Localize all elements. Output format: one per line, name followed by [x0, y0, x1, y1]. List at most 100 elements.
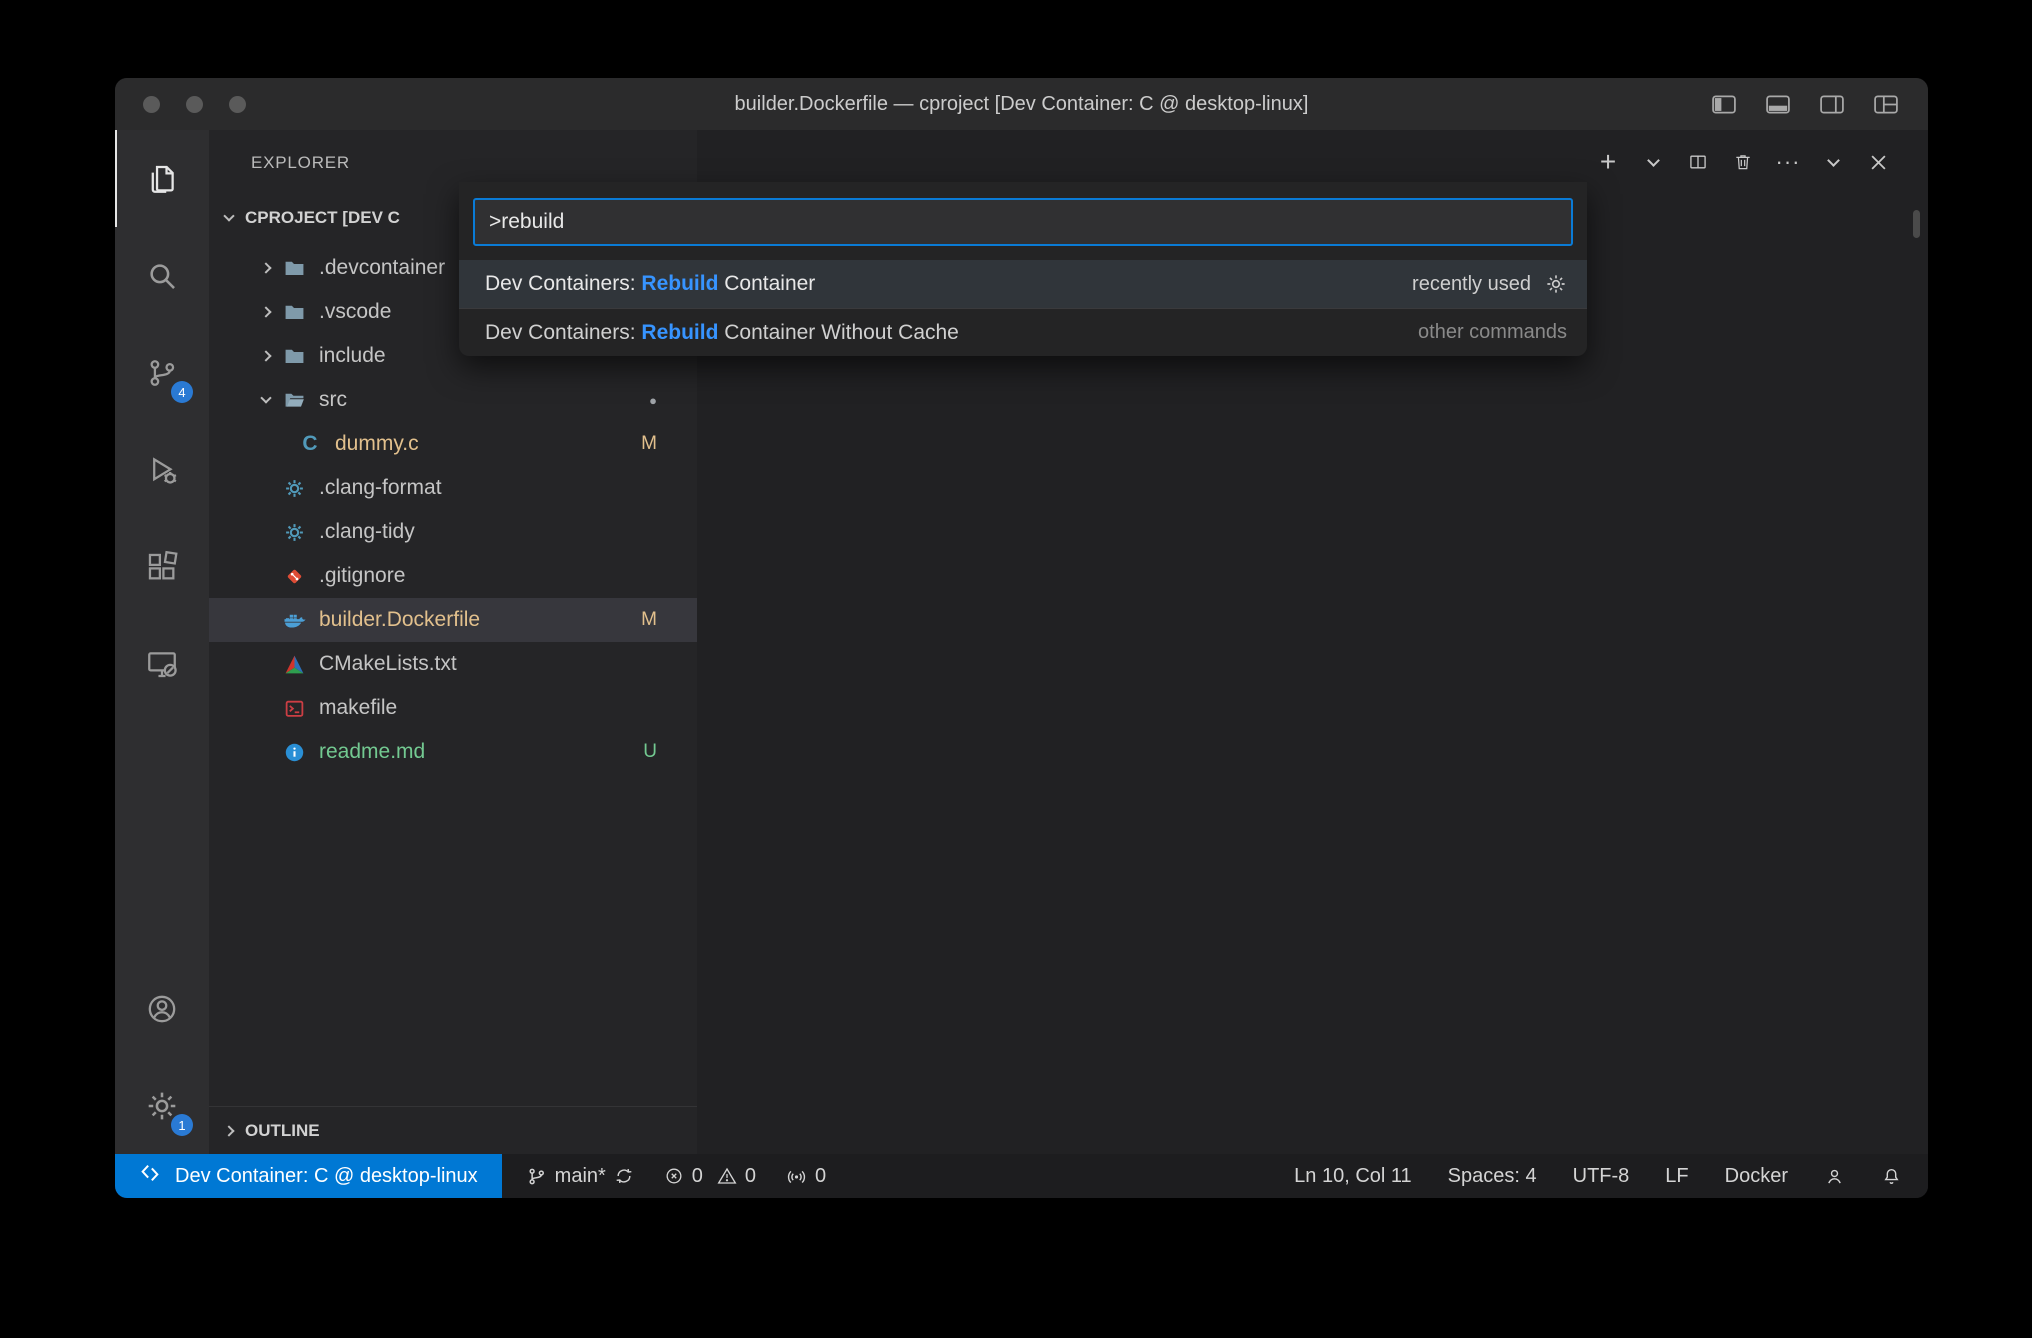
- file-label: CMakeLists.txt: [319, 652, 457, 676]
- chevron-right-icon: [260, 350, 271, 361]
- folder-icon: [279, 303, 309, 321]
- toggle-secondary-sidebar-icon[interactable]: [1820, 95, 1844, 114]
- more-actions-icon[interactable]: ···: [1778, 152, 1798, 172]
- window-title: builder.Dockerfile — cproject [Dev Conta…: [735, 93, 1309, 116]
- group-label: other commands: [1418, 321, 1567, 344]
- eol-label: LF: [1665, 1165, 1688, 1188]
- close-button[interactable]: [143, 96, 160, 113]
- encoding-label: UTF-8: [1573, 1165, 1630, 1188]
- cursor-position-status[interactable]: Ln 10, Col 11: [1294, 1165, 1412, 1188]
- extensions-icon: [145, 550, 179, 584]
- customize-layout-icon[interactable]: [1874, 95, 1898, 114]
- eol-status[interactable]: LF: [1665, 1165, 1688, 1188]
- source-control-badge: 4: [171, 381, 193, 403]
- terminal-dropdown-icon[interactable]: [1643, 152, 1663, 172]
- remote-icon: [139, 1162, 161, 1190]
- modified-badge: M: [641, 609, 657, 631]
- project-section-label: CPROJECT [DEV C: [245, 208, 400, 228]
- errors-group: 0: [664, 1165, 703, 1188]
- minimize-button[interactable]: [186, 96, 203, 113]
- tree-row-gitignore[interactable]: .gitignore: [209, 554, 697, 598]
- cmake-file-icon: [279, 654, 309, 675]
- desktop: builder.Dockerfile — cproject [Dev Conta…: [0, 0, 2032, 1338]
- command-palette: Dev Containers: Rebuild Container recent…: [459, 182, 1587, 356]
- file-label: dummy.c: [335, 432, 419, 456]
- tree-row-clang-tidy[interactable]: .clang-tidy: [209, 510, 697, 554]
- file-label: .devcontainer: [319, 256, 445, 280]
- docker-file-icon: [279, 610, 309, 630]
- activity-settings[interactable]: 1: [115, 1057, 209, 1154]
- errors-count: 0: [692, 1165, 703, 1188]
- warnings-group: 0: [717, 1165, 756, 1188]
- activity-source-control[interactable]: 4: [115, 324, 209, 421]
- notifications-status[interactable]: [1881, 1166, 1902, 1187]
- file-label: builder.Dockerfile: [319, 608, 480, 632]
- remote-label: Dev Container: C @ desktop-linux: [175, 1165, 478, 1188]
- vscode-window: builder.Dockerfile — cproject [Dev Conta…: [115, 78, 1928, 1198]
- branch-status[interactable]: main*: [526, 1165, 634, 1188]
- broadcast-icon: [786, 1166, 807, 1187]
- modified-badge: M: [641, 433, 657, 455]
- chevron-right-icon: [223, 1125, 234, 1136]
- activity-account[interactable]: [115, 960, 209, 1057]
- file-label: .clang-tidy: [319, 520, 415, 544]
- close-panel-icon[interactable]: [1868, 152, 1888, 172]
- tree-row-clang-format[interactable]: .clang-format: [209, 466, 697, 510]
- feedback-person-icon: [1824, 1166, 1845, 1187]
- modified-dot-badge: ●: [649, 393, 657, 408]
- file-label: .vscode: [319, 300, 391, 324]
- tree-row-src[interactable]: src ●: [209, 378, 697, 422]
- hide-panel-icon[interactable]: [1823, 152, 1843, 172]
- warning-icon: [717, 1166, 737, 1186]
- run-debug-icon: [145, 453, 179, 487]
- zoom-button[interactable]: [229, 96, 246, 113]
- activity-explorer[interactable]: [115, 130, 209, 227]
- tree-row-dummy-c[interactable]: C dummy.c M: [209, 422, 697, 466]
- chevron-right-icon: [260, 306, 271, 317]
- search-icon: [145, 259, 179, 293]
- chevron-down-icon: [223, 210, 234, 221]
- problems-status[interactable]: 0 0: [664, 1165, 756, 1188]
- file-label: makefile: [319, 696, 397, 720]
- language-label: Docker: [1725, 1165, 1788, 1188]
- file-label: include: [319, 344, 386, 368]
- makefile-icon: [279, 698, 309, 719]
- scrollbar-thumb[interactable]: [1913, 210, 1920, 238]
- activity-bar: 4: [115, 130, 209, 1154]
- file-label: .clang-format: [319, 476, 442, 500]
- toggle-sidebar-icon[interactable]: [1712, 95, 1736, 114]
- account-icon: [145, 992, 179, 1026]
- tree-row-builder-dockerfile[interactable]: builder.Dockerfile M: [209, 598, 697, 642]
- ports-count: 0: [815, 1165, 826, 1188]
- activity-extensions[interactable]: [115, 518, 209, 615]
- traffic-lights: [143, 96, 246, 113]
- feedback-status[interactable]: [1824, 1166, 1845, 1187]
- tree-row-readme[interactable]: readme.md U: [209, 730, 697, 774]
- activity-remote-explorer[interactable]: [115, 615, 209, 712]
- indentation-status[interactable]: Spaces: 4: [1448, 1165, 1537, 1188]
- outline-section-header[interactable]: OUTLINE: [209, 1106, 697, 1154]
- split-terminal-icon[interactable]: [1688, 152, 1708, 172]
- tree-row-cmakelists[interactable]: CMakeLists.txt: [209, 642, 697, 686]
- command-palette-input[interactable]: [473, 198, 1573, 246]
- title-bar: builder.Dockerfile — cproject [Dev Conta…: [115, 78, 1928, 130]
- activity-search[interactable]: [115, 227, 209, 324]
- remote-indicator[interactable]: Dev Container: C @ desktop-linux: [115, 1154, 502, 1198]
- new-terminal-icon[interactable]: +: [1598, 152, 1618, 172]
- command-item-rebuild-without-cache[interactable]: Dev Containers: Rebuild Container Withou…: [459, 308, 1587, 356]
- tree-row-makefile[interactable]: makefile: [209, 686, 697, 730]
- folder-icon: [279, 259, 309, 277]
- command-item-rebuild-container[interactable]: Dev Containers: Rebuild Container recent…: [459, 260, 1587, 308]
- encoding-status[interactable]: UTF-8: [1573, 1165, 1630, 1188]
- activity-run-debug[interactable]: [115, 421, 209, 518]
- error-icon: [664, 1166, 684, 1186]
- file-label: src: [319, 388, 347, 412]
- configure-keybinding-icon[interactable]: [1545, 273, 1567, 295]
- toggle-panel-icon[interactable]: [1766, 95, 1790, 114]
- settings-file-icon: [279, 522, 309, 543]
- ports-status[interactable]: 0: [786, 1165, 826, 1188]
- chevron-down-icon: [260, 392, 271, 403]
- warnings-count: 0: [745, 1165, 756, 1188]
- kill-terminal-icon[interactable]: [1733, 152, 1753, 172]
- language-mode-status[interactable]: Docker: [1725, 1165, 1788, 1188]
